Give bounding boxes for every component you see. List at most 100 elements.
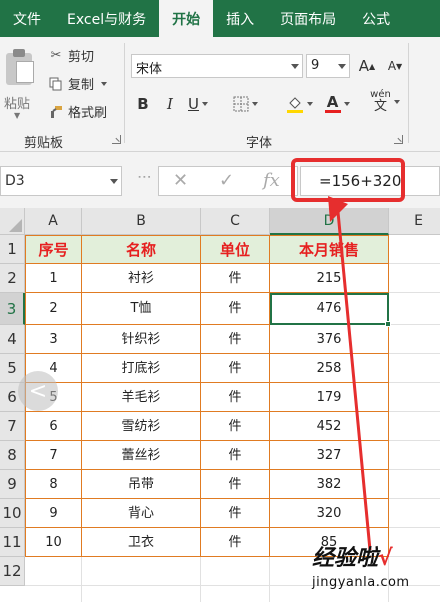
font-launcher-icon[interactable] <box>394 135 403 144</box>
table-cell[interactable]: 吊带 <box>82 470 201 499</box>
table-cell[interactable]: 打底衫 <box>82 354 201 383</box>
group-divider <box>124 43 125 143</box>
table-header-cell[interactable]: 序号 <box>25 235 82 264</box>
chevron-down-icon[interactable] <box>343 102 350 106</box>
scissors-icon: ✂ <box>50 48 62 63</box>
font-color-swatch <box>324 110 341 113</box>
copy-button[interactable]: 复制 <box>48 74 108 93</box>
table-cell[interactable]: 卫衣 <box>82 528 201 557</box>
column-header-a[interactable]: A <box>25 208 82 235</box>
chevron-down-icon[interactable]: ▼ <box>14 111 20 120</box>
ribbon-tab-bar: 文件 Excel与财务 开始 插入 页面布局 公式 <box>0 0 440 37</box>
column-header-b[interactable]: B <box>82 208 201 235</box>
border-grid-icon <box>233 96 248 112</box>
table-cell[interactable]: 背心 <box>82 499 201 528</box>
formula-bar-grip-icon[interactable]: ⋮ <box>136 170 152 181</box>
formula-controls: ✕ ✓ fx <box>158 166 298 196</box>
row-header-7[interactable]: 7 <box>0 412 25 441</box>
row-header-4[interactable]: 4 <box>0 325 25 354</box>
chevron-down-icon[interactable] <box>101 81 108 86</box>
column-header-e[interactable]: E <box>389 208 440 235</box>
format-painter-button[interactable]: 格式刷 <box>48 102 107 121</box>
row-header-12[interactable]: 12 <box>0 557 25 586</box>
chevron-down-icon[interactable] <box>201 102 208 106</box>
tab-excel-finance[interactable]: Excel与财务 <box>54 0 159 37</box>
copy-icon <box>48 76 64 92</box>
group-divider <box>408 43 409 143</box>
table-header-cell[interactable]: 名称 <box>82 235 201 264</box>
table-cell[interactable]: 件 <box>201 499 270 528</box>
table-cell[interactable]: T恤 <box>82 293 201 325</box>
table-cell[interactable]: 件 <box>201 528 270 557</box>
underline-button[interactable]: U <box>185 93 211 115</box>
table-cell[interactable]: 2 <box>25 293 82 325</box>
watermark: 经验啦√ jingyanla.com <box>312 546 410 591</box>
row-header-9[interactable]: 9 <box>0 470 25 499</box>
column-header-c[interactable]: C <box>201 208 270 235</box>
bold-button[interactable]: B <box>134 93 152 115</box>
tab-file[interactable]: 文件 <box>0 0 54 37</box>
table-cell[interactable]: 件 <box>201 325 270 354</box>
chevron-down-icon[interactable] <box>291 64 299 69</box>
increase-font-size-button[interactable]: A ▲ <box>356 55 378 77</box>
table-cell[interactable]: 3 <box>25 325 82 354</box>
decrease-font-size-button[interactable]: A ▼ <box>384 55 406 77</box>
tab-formulas[interactable]: 公式 <box>349 0 403 37</box>
chevron-down-icon[interactable] <box>306 102 313 106</box>
tab-insert[interactable]: 插入 <box>213 0 267 37</box>
chevron-down-icon[interactable] <box>393 100 400 104</box>
table-cell[interactable]: 衬衫 <box>82 264 201 293</box>
select-all-button[interactable] <box>0 208 25 235</box>
font-group-label: 字体 <box>246 136 273 151</box>
table-cell[interactable]: 8 <box>25 470 82 499</box>
paste-button[interactable]: 粘贴 ▼ <box>4 47 38 120</box>
table-cell[interactable]: 10 <box>25 528 82 557</box>
row-header-11[interactable]: 11 <box>0 528 25 557</box>
table-cell[interactable]: 件 <box>201 412 270 441</box>
row-header-8[interactable]: 8 <box>0 441 25 470</box>
clipboard-group-label: 剪贴板 <box>24 136 64 151</box>
table-cell[interactable]: 件 <box>201 383 270 412</box>
annotation-arrow-icon <box>328 196 372 551</box>
table-cell[interactable]: 7 <box>25 441 82 470</box>
table-cell[interactable]: 雪纺衫 <box>82 412 201 441</box>
table-cell[interactable]: 件 <box>201 264 270 293</box>
font-color-button[interactable]: A <box>320 93 354 115</box>
table-cell[interactable]: 羊毛衫 <box>82 383 201 412</box>
insert-function-icon[interactable]: fx <box>263 170 280 191</box>
table-cell[interactable]: 6 <box>25 412 82 441</box>
row-header-2[interactable]: 2 <box>0 264 25 293</box>
fill-color-button[interactable] <box>282 93 316 115</box>
table-cell[interactable]: 蕾丝衫 <box>82 441 201 470</box>
name-box[interactable]: D3 <box>0 166 122 196</box>
chevron-down-icon[interactable] <box>338 64 346 69</box>
table-cell[interactable]: 件 <box>201 470 270 499</box>
table-header-cell[interactable]: 单位 <box>201 235 270 264</box>
font-size-select[interactable]: 9 <box>306 54 350 78</box>
paintbrush-icon <box>48 104 64 120</box>
borders-button[interactable] <box>230 93 260 115</box>
table-cell[interactable]: 1 <box>25 264 82 293</box>
cancel-icon[interactable]: ✕ <box>173 170 188 191</box>
row-header-1[interactable]: 1 <box>0 235 25 264</box>
table-cell[interactable]: 件 <box>201 354 270 383</box>
chevron-down-icon[interactable] <box>251 102 258 106</box>
row-header-10[interactable]: 10 <box>0 499 25 528</box>
table-cell[interactable]: 件 <box>201 441 270 470</box>
clipboard-launcher-icon[interactable] <box>112 135 121 144</box>
table-cell[interactable]: 件 <box>201 293 270 325</box>
table-cell[interactable]: 针织衫 <box>82 325 201 354</box>
row-header-3[interactable]: 3 <box>0 293 25 325</box>
phonetic-char-icon: 文 <box>373 99 387 114</box>
phonetic-guide-button[interactable]: wén 文 <box>368 90 402 114</box>
tab-home[interactable]: 开始 <box>159 0 214 37</box>
chevron-down-icon[interactable] <box>110 179 118 184</box>
back-arrow-icon[interactable]: < <box>18 371 58 411</box>
cut-button[interactable]: ✂ 剪切 <box>48 46 94 65</box>
italic-button[interactable]: I <box>161 93 179 115</box>
enter-icon[interactable]: ✓ <box>219 170 234 191</box>
ribbon-home: 粘贴 ▼ ✂ 剪切 复制 格式刷 剪贴板 宋体 9 A▲ A▼ B I U <box>0 37 440 152</box>
tab-page-layout[interactable]: 页面布局 <box>267 0 349 37</box>
font-name-select[interactable]: 宋体 <box>131 54 303 78</box>
table-cell[interactable]: 9 <box>25 499 82 528</box>
